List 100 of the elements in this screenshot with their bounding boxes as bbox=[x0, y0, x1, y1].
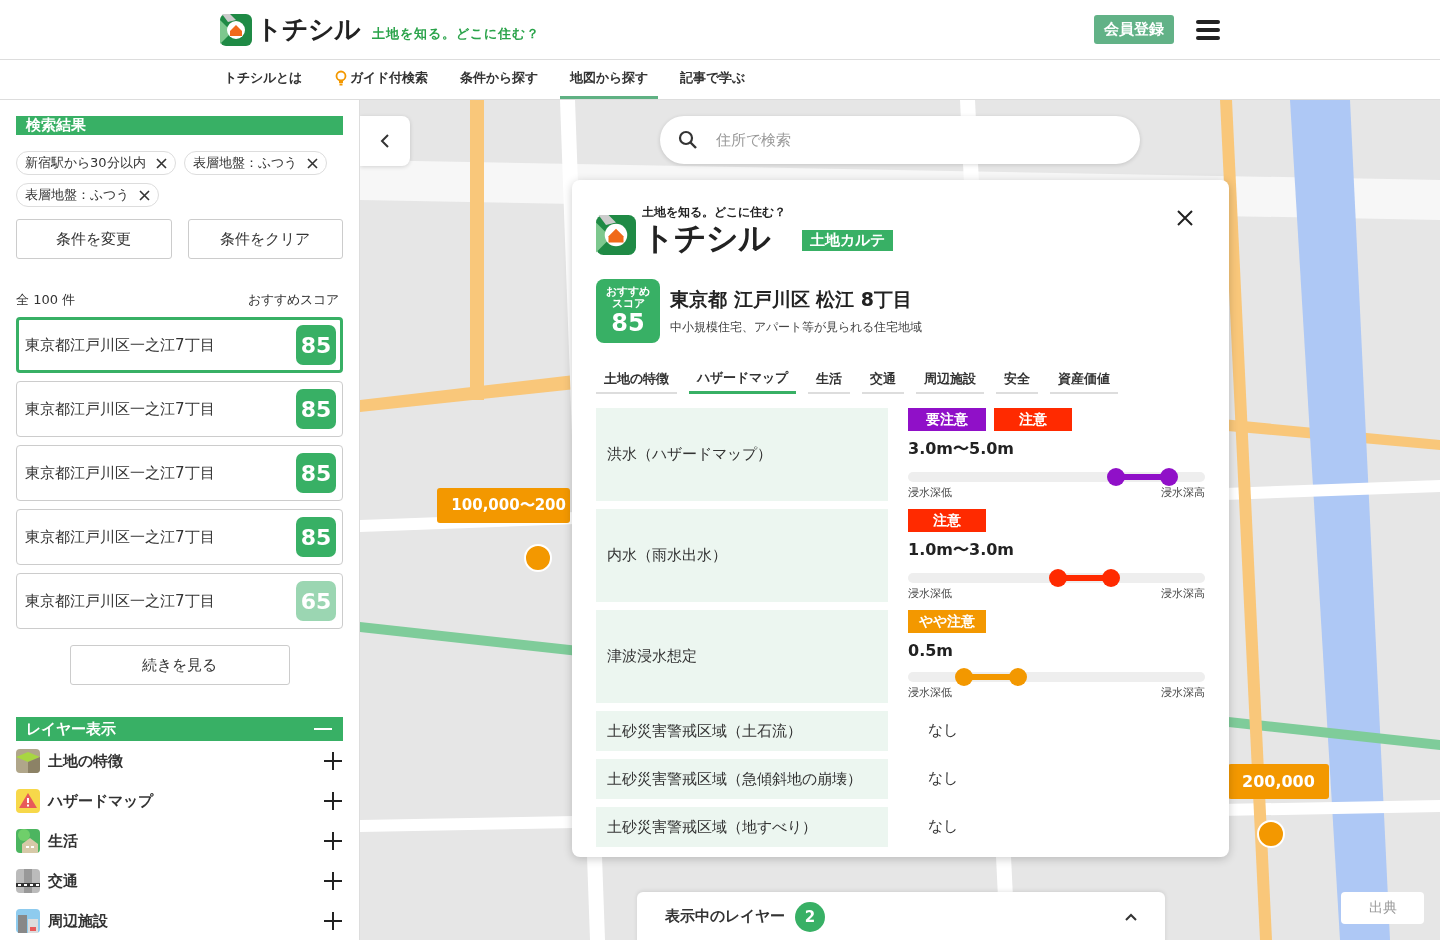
slider-thumb[interactable] bbox=[1008, 668, 1027, 686]
result-address: 東京都江戸川区一之江7丁目 bbox=[25, 463, 215, 483]
layer-label: 周辺施設 bbox=[48, 911, 109, 931]
slider-thumb[interactable] bbox=[955, 668, 974, 686]
risk-tag: 注意 bbox=[994, 408, 1072, 431]
close-icon[interactable] bbox=[1177, 210, 1193, 226]
area-description: 中小規模住宅、アパート等が見られる住宅地域 bbox=[670, 318, 922, 336]
warning-icon bbox=[16, 789, 40, 813]
scale-label: 浸水深低 bbox=[908, 586, 952, 601]
hazard-value: なし bbox=[927, 769, 958, 788]
house-icon bbox=[16, 829, 40, 853]
slider-thumb[interactable] bbox=[1160, 468, 1179, 486]
result-card[interactable]: 東京都江戸川区一之江7丁目 85 bbox=[16, 445, 343, 501]
section-title: レイヤー表示 bbox=[26, 719, 116, 739]
result-card[interactable]: 東京都江戸川区一之江7丁目 85 bbox=[16, 317, 343, 373]
close-icon[interactable] bbox=[155, 157, 167, 169]
hazard-label: 土砂災害警戒区域（急傾斜地の崩壊） bbox=[596, 759, 888, 799]
hazard-label: 津波浸水想定 bbox=[596, 610, 888, 703]
tagline: 土地を知る。どこに住む？ bbox=[372, 24, 540, 43]
nav-link[interactable]: ガイド付検索 bbox=[324, 60, 438, 99]
close-icon[interactable] bbox=[306, 157, 318, 169]
hazard-label: 土砂災害警戒区域（土石流） bbox=[596, 711, 888, 751]
score-value: 85 bbox=[611, 310, 645, 336]
logo-icon bbox=[596, 215, 636, 255]
score-badge: 85 bbox=[296, 517, 336, 557]
card-badge: 土地カルテ bbox=[802, 230, 893, 251]
tab[interactable]: 資産価値 bbox=[1050, 365, 1118, 394]
land-icon bbox=[16, 749, 40, 773]
nav-link[interactable]: 記事で学ぶ bbox=[670, 60, 755, 99]
layer-label: 生活 bbox=[48, 831, 79, 851]
tab[interactable]: 土地の特徴 bbox=[596, 365, 677, 394]
tab[interactable]: 安全 bbox=[996, 365, 1038, 394]
lightbulb-icon bbox=[334, 70, 348, 86]
slider-thumb[interactable] bbox=[1101, 569, 1120, 587]
add-icon[interactable] bbox=[323, 831, 343, 851]
layer-label: ハザードマップ bbox=[48, 791, 155, 811]
risk-tag: 要注意 bbox=[908, 408, 986, 431]
hazard-label: 内水（雨水出水） bbox=[596, 509, 888, 602]
scale-label: 浸水深高 bbox=[1161, 485, 1205, 500]
result-address: 東京都江戸川区一之江7丁目 bbox=[25, 399, 215, 419]
search-field[interactable]: 住所で検索 bbox=[660, 116, 1140, 164]
section-title: 検索結果 bbox=[26, 116, 86, 135]
add-icon[interactable] bbox=[323, 791, 343, 811]
result-address: 東京都江戸川区一之江7丁目 bbox=[25, 527, 215, 547]
result-card[interactable]: 東京都江戸川区一之江7丁目 65 bbox=[16, 573, 343, 629]
add-icon[interactable] bbox=[323, 871, 343, 891]
tab[interactable]: 生活 bbox=[808, 365, 850, 394]
risk-tag: 注意 bbox=[908, 509, 986, 532]
result-count: 全 100 件 bbox=[16, 291, 76, 309]
result-card[interactable]: 東京都江戸川区一之江7丁目 85 bbox=[16, 509, 343, 565]
menu-icon[interactable] bbox=[1196, 19, 1220, 40]
score-badge: 65 bbox=[296, 581, 336, 621]
score-badge: 85 bbox=[296, 325, 336, 365]
layer-label: 土地の特徴 bbox=[48, 751, 124, 771]
chevron-up-icon[interactable] bbox=[1125, 913, 1137, 921]
risk-tag: やや注意 bbox=[908, 610, 986, 633]
hazard-value: なし bbox=[927, 721, 958, 740]
depth-value: 3.0m〜5.0m bbox=[908, 439, 1016, 460]
hazard-label: 洪水（ハザードマップ） bbox=[596, 408, 888, 501]
nav-link[interactable]: 条件から探す bbox=[450, 60, 548, 99]
tab[interactable]: 交通 bbox=[862, 365, 904, 394]
scale-label: 浸水深高 bbox=[1161, 586, 1205, 601]
depth-value: 0.5m bbox=[908, 641, 954, 660]
logo-text: トチシル bbox=[642, 221, 772, 255]
slider-thumb[interactable] bbox=[1049, 569, 1067, 587]
count-badge: 2 bbox=[795, 902, 825, 932]
scale-label: 浸水深低 bbox=[908, 685, 952, 700]
scale-label: 浸水深高 bbox=[1161, 685, 1205, 700]
condition-button[interactable]: 条件を変更 bbox=[16, 219, 172, 259]
layer-panel-title: 表示中のレイヤー bbox=[665, 907, 785, 926]
hazard-label: 土砂災害警戒区域（地すべり） bbox=[596, 807, 888, 847]
score-badge: 85 bbox=[296, 389, 336, 429]
sort-label: おすすめスコア bbox=[248, 291, 339, 309]
depth-value: 1.0m〜3.0m bbox=[908, 540, 1016, 561]
score-label: おすすめスコア bbox=[605, 286, 651, 310]
condition-button[interactable]: 条件をクリア bbox=[187, 219, 343, 259]
chip-label: 表層地盤：ふつう bbox=[192, 154, 297, 172]
score-badge: 85 bbox=[296, 453, 336, 493]
road-icon bbox=[16, 869, 40, 893]
search-icon bbox=[678, 130, 698, 150]
buildings-icon bbox=[16, 909, 40, 933]
tab[interactable]: 周辺施設 bbox=[916, 365, 984, 394]
tagline: 土地を知る。どこに住む？ bbox=[642, 204, 786, 221]
tab[interactable]: ハザードマップ bbox=[689, 365, 796, 394]
chevron-left-icon bbox=[380, 134, 390, 148]
slider-thumb[interactable] bbox=[1106, 468, 1125, 486]
nav-link[interactable]: トチシルとは bbox=[214, 60, 312, 99]
logo-text: トチシル bbox=[256, 13, 360, 46]
more-button[interactable]: 続きを見る bbox=[69, 645, 290, 685]
add-icon[interactable] bbox=[323, 751, 343, 771]
logo-icon bbox=[220, 13, 252, 46]
address-title: 東京都 江戸川区 松江 8丁目 bbox=[670, 286, 914, 312]
chip-label: 表層地盤：ふつう bbox=[25, 186, 129, 204]
layer-panel[interactable]: 表示中のレイヤー 2 bbox=[637, 892, 1165, 940]
close-icon[interactable] bbox=[139, 189, 150, 201]
result-address: 東京都江戸川区一之江7丁目 bbox=[25, 335, 215, 355]
chip-label: 新宿駅から30分以内 bbox=[25, 154, 146, 172]
result-address: 東京都江戸川区一之江7丁目 bbox=[25, 591, 215, 611]
add-icon[interactable] bbox=[323, 911, 343, 931]
result-card[interactable]: 東京都江戸川区一之江7丁目 85 bbox=[16, 381, 343, 437]
